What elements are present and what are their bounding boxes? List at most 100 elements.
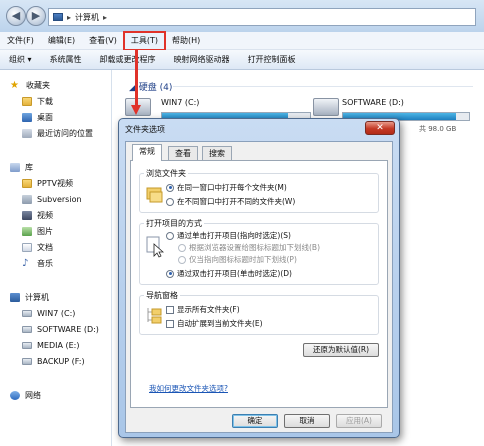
- dialog-body: 常规 查看 搜索 浏览文件夹 在同一窗口中打开每个文件夹(M) 在不同窗口中打开…: [125, 141, 393, 433]
- tab-general[interactable]: 常规: [132, 144, 162, 161]
- folder-icon: [22, 194, 32, 204]
- address-bar[interactable]: ▸ 计算机 ▸: [48, 8, 476, 26]
- menu-file[interactable]: 文件(F): [0, 32, 41, 50]
- radio-button[interactable]: [166, 197, 174, 206]
- radio-button: [178, 255, 186, 264]
- desktop-icon: [22, 112, 32, 122]
- navigation-pane-group: 导航窗格 显示所有文件夹(F) 自动扩展到当前文件夹(E): [139, 290, 379, 335]
- option-show-all-folders[interactable]: 显示所有文件夹(F): [166, 304, 240, 315]
- restore-defaults-button[interactable]: 还原为默认值(R): [303, 343, 379, 357]
- tab-search[interactable]: 搜索: [202, 146, 232, 160]
- arrow-right-icon: ▶: [31, 9, 41, 22]
- radio-button[interactable]: [166, 269, 174, 278]
- option-auto-expand[interactable]: 自动扩展到当前文件夹(E): [166, 318, 263, 329]
- help-link[interactable]: 我如何更改文件夹选项?: [149, 383, 228, 394]
- folder-icon: [22, 96, 32, 106]
- window-titlebar: ◀ ▶ ▸ 计算机 ▸: [0, 0, 484, 32]
- sidebar-favorites[interactable]: ★ 收藏夹: [10, 78, 50, 92]
- option-underline-hover: 仅当指向图标标题时加下划线(P): [178, 254, 297, 265]
- menu-view[interactable]: 查看(V): [82, 32, 124, 50]
- sidebar-item-drive-d[interactable]: SOFTWARE (D:): [22, 322, 99, 336]
- library-icon: [10, 162, 20, 172]
- drive-size: 共 98.0 GB: [419, 125, 457, 133]
- sidebar-item-videos[interactable]: 视频: [22, 208, 53, 222]
- picture-icon: [22, 226, 32, 236]
- sidebar-label: 文档: [37, 242, 53, 252]
- sidebar-item-drive-f[interactable]: BACKUP (F:): [22, 354, 85, 368]
- sidebar-item-downloads[interactable]: 下载: [22, 94, 53, 108]
- chevron-right-icon: ▸: [67, 12, 72, 22]
- video-icon: [22, 210, 32, 220]
- option-single-click[interactable]: 通过单击打开项目(指向时选定)(S): [166, 230, 291, 241]
- folder-icon: [22, 178, 32, 188]
- drive-icon: [22, 325, 32, 333]
- option-same-window[interactable]: 在同一窗口中打开每个文件夹(M): [166, 182, 287, 193]
- sidebar-item-pptv[interactable]: PPTV视频: [22, 176, 73, 190]
- close-button[interactable]: ✕: [365, 121, 395, 135]
- star-icon: ★: [10, 79, 19, 91]
- sidebar-item-pictures[interactable]: 图片: [22, 224, 53, 238]
- sidebar-label: 桌面: [37, 112, 53, 122]
- drive-name: WIN7 (C:): [161, 98, 200, 107]
- menu-help[interactable]: 帮助(H): [165, 32, 207, 50]
- chevron-right-icon: ▸: [103, 12, 108, 22]
- navigation-pane: ★ 收藏夹 下载 桌面 最近访问的位置 库 PPTV视频 Subversion …: [0, 70, 112, 446]
- network-icon: [10, 390, 20, 400]
- sidebar-item-music[interactable]: ♪ 音乐: [22, 256, 53, 270]
- back-button[interactable]: ◀: [6, 6, 26, 26]
- sidebar-computer[interactable]: 计算机: [10, 290, 49, 304]
- sidebar-label: 计算机: [25, 292, 49, 302]
- drive-icon: [22, 341, 32, 349]
- checkbox[interactable]: [166, 305, 174, 314]
- click-items-group: 打开项目的方式 通过单击打开项目(指向时选定)(S) 根据浏览器设置给图标标题加…: [139, 218, 379, 285]
- menu-bar: 文件(F) 编辑(E) 查看(V) 工具(T) 帮助(H): [0, 30, 484, 51]
- sidebar-label: 最近访问的位置: [37, 128, 93, 138]
- open-control-panel-button[interactable]: 打开控制面板: [239, 54, 305, 65]
- drive-icon: [22, 309, 32, 317]
- radio-button[interactable]: [166, 231, 174, 240]
- folder-windows-icon: [146, 187, 163, 203]
- sidebar-item-desktop[interactable]: 桌面: [22, 110, 53, 124]
- sidebar-item-documents[interactable]: 文档: [22, 240, 53, 254]
- system-properties-button[interactable]: 系统属性: [41, 54, 91, 65]
- sidebar-libraries[interactable]: 库: [10, 160, 33, 174]
- hard-drive-icon: [313, 98, 339, 116]
- sidebar-item-recent[interactable]: 最近访问的位置: [22, 126, 93, 140]
- group-label: 导航窗格: [144, 290, 180, 301]
- sidebar-item-drive-c[interactable]: WIN7 (C:): [22, 306, 75, 320]
- organize-button[interactable]: 组织 ▾: [0, 54, 41, 65]
- uninstall-program-button[interactable]: 卸载或更改程序: [91, 54, 165, 65]
- sidebar-label: MEDIA (E:): [37, 340, 80, 350]
- forward-button[interactable]: ▶: [26, 6, 46, 26]
- option-new-window[interactable]: 在不同窗口中打开不同的文件夹(W): [166, 196, 295, 207]
- option-double-click[interactable]: 通过双击打开项目(单击时选定)(D): [166, 268, 292, 279]
- ok-button[interactable]: 确定: [232, 414, 278, 428]
- address-crumb[interactable]: 计算机: [75, 12, 99, 23]
- drive-icon: [22, 357, 32, 365]
- sidebar-label: 视频: [37, 210, 53, 220]
- cancel-button[interactable]: 取消: [284, 414, 330, 428]
- menu-edit[interactable]: 编辑(E): [41, 32, 82, 50]
- sidebar-network[interactable]: 网络: [10, 388, 41, 402]
- menu-tools[interactable]: 工具(T): [122, 30, 167, 51]
- sidebar-item-subversion[interactable]: Subversion: [22, 192, 82, 206]
- tab-view[interactable]: 查看: [168, 146, 198, 160]
- map-network-drive-button[interactable]: 映射网络驱动器: [165, 54, 239, 65]
- radio-button[interactable]: [166, 183, 174, 192]
- group-label: 浏览文件夹: [144, 168, 188, 179]
- sidebar-label: 音乐: [37, 258, 53, 268]
- checkbox[interactable]: [166, 319, 174, 328]
- sidebar-label: WIN7 (C:): [37, 308, 76, 318]
- computer-icon: [53, 13, 63, 21]
- group-label: 打开项目的方式: [144, 218, 204, 229]
- annotation-arrow-head: [131, 105, 141, 115]
- sidebar-label: BACKUP (F:): [37, 356, 85, 366]
- dialog-title: 文件夹选项: [125, 125, 165, 134]
- document-icon: [22, 242, 32, 252]
- sidebar-item-drive-e[interactable]: MEDIA (E:): [22, 338, 79, 352]
- annotation-arrow-shaft: [135, 50, 138, 108]
- pointer-icon: [146, 236, 164, 258]
- radio-button: [178, 243, 186, 252]
- close-icon: ✕: [376, 123, 384, 133]
- command-toolbar: 组织 ▾ 系统属性 卸载或更改程序 映射网络驱动器 打开控制面板: [0, 50, 484, 70]
